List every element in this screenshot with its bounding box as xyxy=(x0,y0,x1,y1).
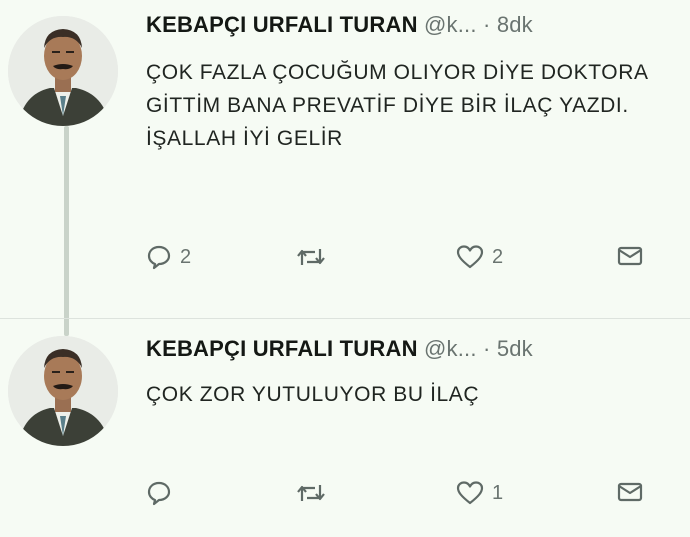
author-handle[interactable]: @k... xyxy=(424,12,477,37)
direct-message-button[interactable] xyxy=(616,480,644,504)
avatar-image xyxy=(8,336,118,446)
author-name[interactable]: KEBAPÇI URFALI TURAN xyxy=(146,336,418,361)
retweet-icon xyxy=(296,244,326,270)
like-icon xyxy=(456,244,484,270)
like-count: 2 xyxy=(492,245,504,268)
action-bar: 2 2 xyxy=(146,244,666,284)
like-button[interactable]: 2 xyxy=(456,244,503,270)
like-count: 1 xyxy=(492,481,504,504)
tweet[interactable]: KEBAPÇI URFALI TURAN @k... · 8dk ÇOK FAZ… xyxy=(0,0,690,300)
reply-icon xyxy=(146,244,172,270)
reply-count: 2 xyxy=(180,245,192,268)
separator-dot: · xyxy=(482,12,491,37)
avatar-image xyxy=(8,16,118,126)
direct-message-button[interactable] xyxy=(616,244,644,268)
retweet-button[interactable] xyxy=(296,480,334,506)
tweet-text: ÇOK ZOR YUTULUYOR BU İLAÇ xyxy=(146,383,480,406)
tweet-divider xyxy=(0,318,690,319)
avatar[interactable] xyxy=(8,16,118,126)
retweet-button[interactable] xyxy=(296,244,334,270)
author-handle[interactable]: @k... xyxy=(424,336,477,361)
direct-message-icon xyxy=(616,244,644,268)
separator-dot: · xyxy=(482,336,491,361)
like-button[interactable]: 1 xyxy=(456,480,503,506)
retweet-icon xyxy=(296,480,326,506)
direct-message-icon xyxy=(616,480,644,504)
reply-icon xyxy=(146,480,172,506)
tweet-header: KEBAPÇI URFALI TURAN @k... · 5dk xyxy=(146,336,533,362)
like-icon xyxy=(456,480,484,506)
reply-button[interactable] xyxy=(146,480,180,506)
avatar[interactable] xyxy=(8,336,118,446)
author-name[interactable]: KEBAPÇI URFALI TURAN xyxy=(146,12,418,37)
tweet-header: KEBAPÇI URFALI TURAN @k... · 8dk xyxy=(146,12,533,38)
tweet[interactable]: KEBAPÇI URFALI TURAN @k... · 5dk ÇOK ZOR… xyxy=(0,330,690,537)
timestamp[interactable]: 8dk xyxy=(497,12,533,37)
tweet-text: ÇOK FAZLA ÇOCUĞUM OLIYOR DİYE DOKTORA Gİ… xyxy=(146,61,648,150)
reply-button[interactable]: 2 xyxy=(146,244,191,270)
timestamp[interactable]: 5dk xyxy=(497,336,533,361)
action-bar: 1 xyxy=(146,480,666,520)
